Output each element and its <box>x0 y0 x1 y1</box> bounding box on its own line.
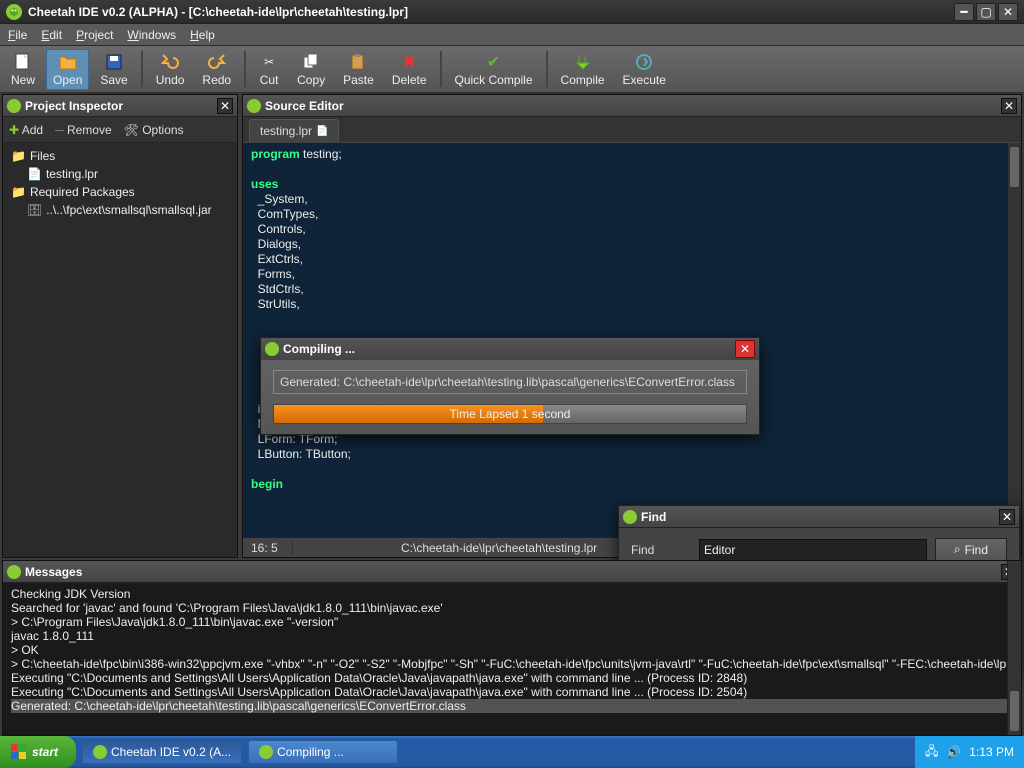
redo-button[interactable]: Redo <box>195 49 238 90</box>
window-title: Cheetah IDE v0.2 (ALPHA) - [C:\cheetah-i… <box>28 5 954 19</box>
window-titlebar: Cheetah IDE v0.2 (ALPHA) - [C:\cheetah-i… <box>0 0 1024 24</box>
copy-button[interactable]: Copy <box>290 49 332 90</box>
message-line[interactable]: > C:\cheetah-ide\fpc\bin\i386-win32\ppcj… <box>11 657 1013 671</box>
start-button[interactable]: start <box>0 736 76 768</box>
messages-title: Messages <box>25 565 1001 579</box>
close-icon[interactable]: ✕ <box>217 98 233 114</box>
minimize-button[interactable]: ━ <box>954 3 974 21</box>
project-inspector-title: Project Inspector <box>25 99 217 113</box>
message-line[interactable]: Checking JDK Version <box>11 587 1013 601</box>
taskbar-item-compiling[interactable]: Compiling ... <box>248 740 398 764</box>
source-editor-header[interactable]: Source Editor ✕ <box>243 95 1021 117</box>
find-label: Find <box>631 543 691 557</box>
compile-button[interactable]: Compile <box>554 49 612 90</box>
generated-label: Generated: C:\cheetah-ide\lpr\cheetah\te… <box>273 370 747 394</box>
save-button[interactable]: Save <box>93 49 134 90</box>
open-button[interactable]: Open <box>46 49 89 90</box>
network-icon[interactable]: 🖧 <box>925 742 938 763</box>
taskbar: start Cheetah IDE v0.2 (A... Compiling .… <box>0 736 1024 768</box>
message-line[interactable]: javac 1.8.0_111 <box>11 629 1013 643</box>
message-line-selected[interactable]: Generated: C:\cheetah-ide\lpr\cheetah\te… <box>11 699 1013 713</box>
menu-file[interactable]: File <box>8 28 27 42</box>
main-toolbar: New Open Save Undo Redo ✂Cut Copy Paste … <box>0 46 1024 94</box>
find-dialog-header[interactable]: Find ✕ <box>619 506 1019 528</box>
menu-windows[interactable]: Windows <box>127 28 176 42</box>
cheetah-icon <box>259 745 273 759</box>
new-button[interactable]: New <box>4 49 42 90</box>
messages-header[interactable]: Messages ✕ <box>3 561 1021 583</box>
tab-testing-lpr[interactable]: testing.lpr📄 <box>249 119 339 142</box>
cursor-position: 16: 5 <box>243 541 293 555</box>
remove-button[interactable]: ─ Remove <box>55 123 112 137</box>
undo-button[interactable]: Undo <box>149 49 192 90</box>
quick-compile-button[interactable]: ✔Quick Compile <box>448 49 540 90</box>
windows-logo-icon <box>10 743 28 761</box>
source-editor-title: Source Editor <box>265 99 1001 113</box>
execute-button[interactable]: Execute <box>616 49 673 90</box>
volume-icon[interactable]: 🔊 <box>946 745 961 759</box>
menu-help[interactable]: Help <box>190 28 215 42</box>
project-inspector-panel: Project Inspector ✕ ✚ Add ─ Remove 🛠 Opt… <box>2 94 238 558</box>
paste-button[interactable]: Paste <box>336 49 381 90</box>
find-button[interactable]: ⌕Find <box>935 538 1007 561</box>
file-icon: 📄 <box>27 167 42 181</box>
tree-node-testing[interactable]: 📄testing.lpr <box>11 165 229 183</box>
tree-node-smallsql[interactable]: 🗄..\..\fpc\ext\smallsql\smallsql.jar <box>11 201 229 219</box>
close-icon[interactable]: ✕ <box>999 509 1015 525</box>
message-line[interactable]: Searched for 'javac' and found 'C:\Progr… <box>11 601 1013 615</box>
close-icon[interactable]: ✕ <box>735 340 755 358</box>
workspace: Project Inspector ✕ ✚ Add ─ Remove 🛠 Opt… <box>2 94 1022 558</box>
messages-panel: Messages ✕ Checking JDK Version Searched… <box>2 560 1022 736</box>
app-icon <box>6 4 22 20</box>
add-button[interactable]: ✚ Add <box>9 123 43 137</box>
tree-node-files[interactable]: 📁Files <box>11 147 229 165</box>
folder-icon: 📁 <box>11 149 26 163</box>
compiling-dialog-title: Compiling ... <box>283 342 735 356</box>
vertical-scrollbar[interactable] <box>1007 143 1021 537</box>
close-button[interactable]: ✕ <box>998 3 1018 21</box>
cut-button[interactable]: ✂Cut <box>252 49 286 90</box>
project-tree[interactable]: 📁Files 📄testing.lpr 📁Required Packages 🗄… <box>3 143 237 223</box>
time-lapsed-label: Time Lapsed 1 second <box>450 407 571 421</box>
project-inspector-header[interactable]: Project Inspector ✕ <box>3 95 237 117</box>
jar-icon: 🗄 <box>27 203 42 217</box>
system-tray[interactable]: 🖧 🔊 1:13 PM <box>915 736 1024 768</box>
maximize-button[interactable]: ▢ <box>976 3 996 21</box>
menubar: File Edit Project Windows Help <box>0 24 1024 46</box>
cheetah-icon <box>265 342 279 356</box>
folder-icon: 📁 <box>11 185 26 199</box>
tree-node-required-packages[interactable]: 📁Required Packages <box>11 183 229 201</box>
message-line[interactable]: > C:\Program Files\Java\jdk1.8.0_111\bin… <box>11 615 1013 629</box>
cheetah-icon <box>7 565 21 579</box>
menu-edit[interactable]: Edit <box>41 28 62 42</box>
vertical-scrollbar[interactable] <box>1007 583 1021 735</box>
find-dialog-title: Find <box>641 510 999 524</box>
compile-progress: Time Lapsed 1 second <box>273 404 747 424</box>
project-inspector-toolbar: ✚ Add ─ Remove 🛠 Options <box>3 117 237 143</box>
menu-project[interactable]: Project <box>76 28 113 42</box>
message-line[interactable]: Executing "C:\Documents and Settings\All… <box>11 671 1013 685</box>
cheetah-icon <box>247 99 261 113</box>
options-button[interactable]: 🛠 Options <box>124 123 184 137</box>
compiling-dialog: Compiling ... ✕ Generated: C:\cheetah-id… <box>260 337 760 435</box>
delete-button[interactable]: ✖Delete <box>385 49 434 90</box>
message-line[interactable]: Executing "C:\Documents and Settings\All… <box>11 685 1013 699</box>
cheetah-icon <box>93 745 107 759</box>
search-icon: ⌕ <box>954 542 961 557</box>
compiling-dialog-header[interactable]: Compiling ... ✕ <box>261 338 759 360</box>
close-icon[interactable]: ✕ <box>1001 98 1017 114</box>
cheetah-icon <box>7 99 21 113</box>
cheetah-icon <box>623 510 637 524</box>
messages-body[interactable]: Checking JDK Version Searched for 'javac… <box>3 583 1021 735</box>
find-input[interactable] <box>699 539 927 561</box>
message-line[interactable]: > OK <box>11 643 1013 657</box>
clock[interactable]: 1:13 PM <box>969 745 1014 759</box>
source-editor-panel: Source Editor ✕ testing.lpr📄 program tes… <box>242 94 1022 558</box>
editor-tabs: testing.lpr📄 <box>243 117 1021 143</box>
taskbar-item-cheetah-ide[interactable]: Cheetah IDE v0.2 (A... <box>82 740 242 764</box>
file-icon: 📄 <box>316 126 328 137</box>
